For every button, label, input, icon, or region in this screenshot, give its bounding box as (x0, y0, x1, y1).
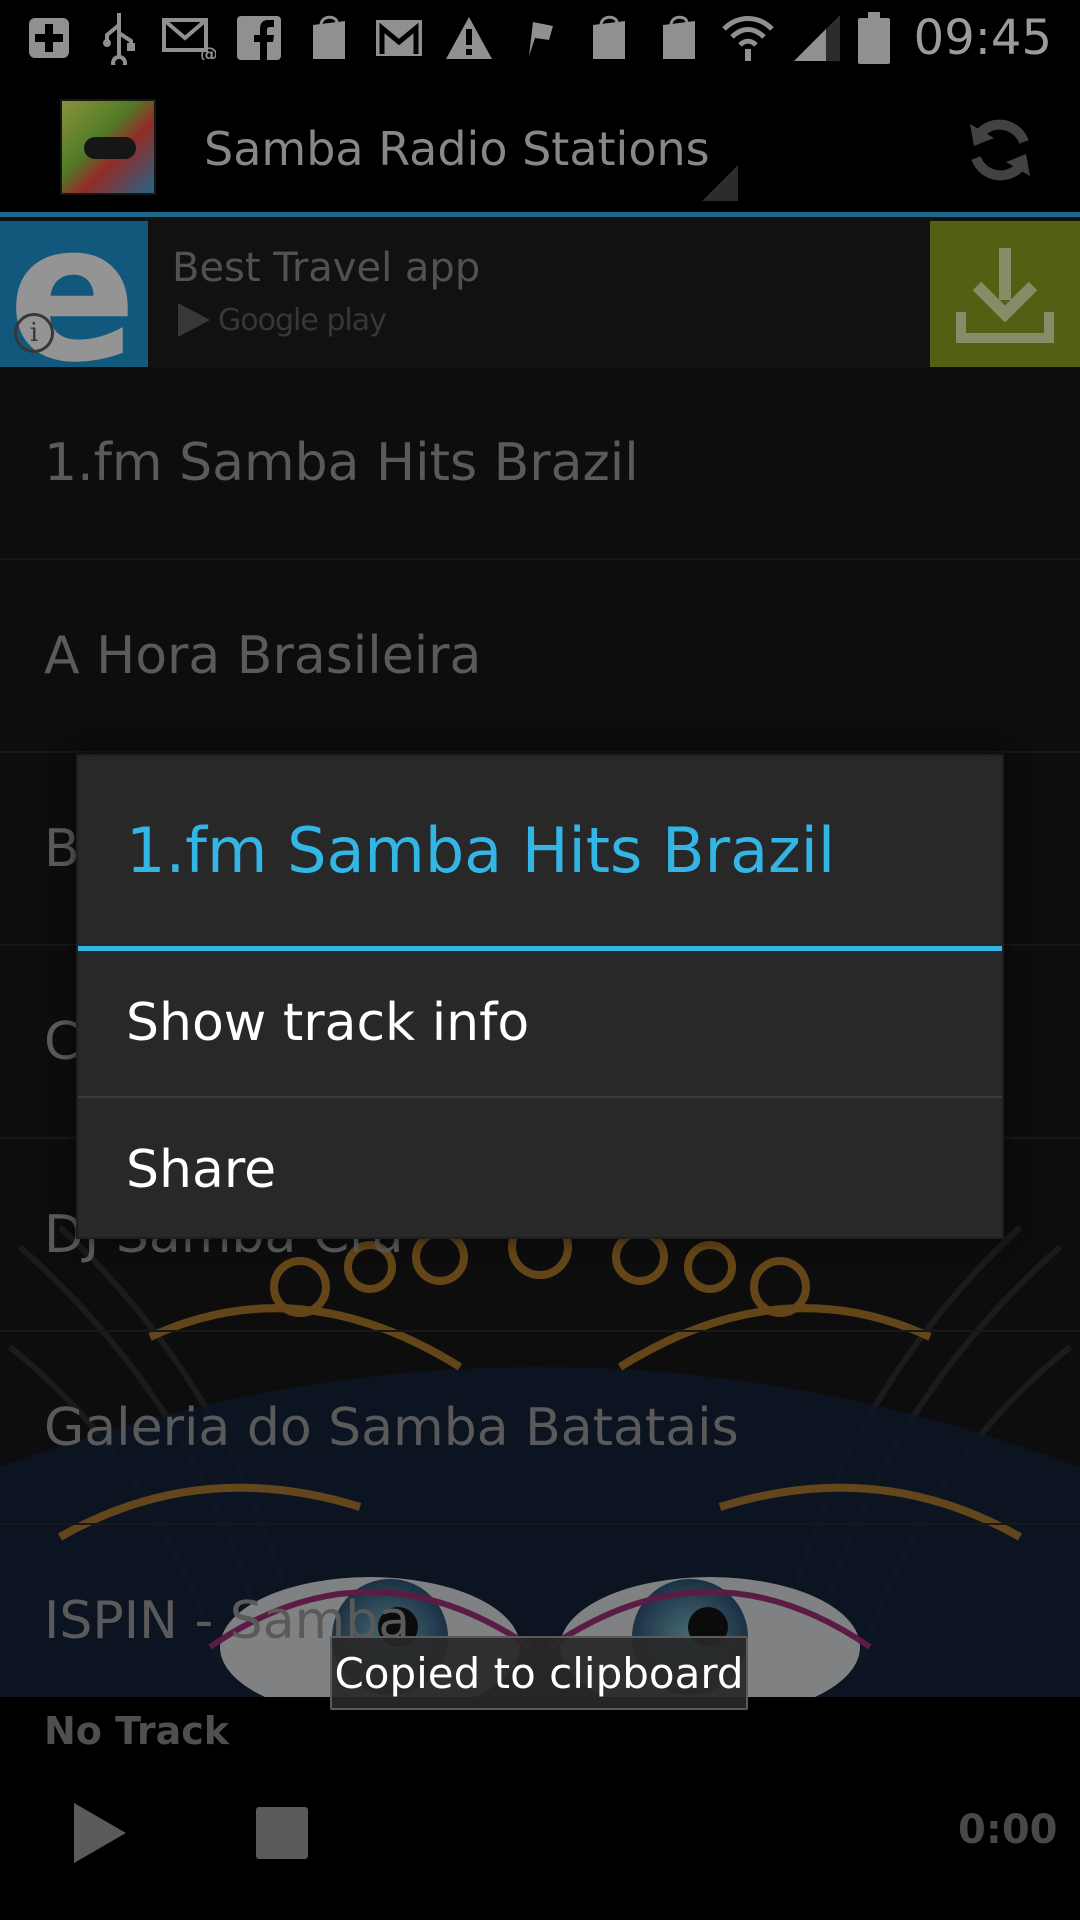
toast-text: Copied to clipboard (334, 1648, 744, 1698)
station-context-dialog: 1.fm Samba Hits Brazil Show track info S… (76, 754, 1004, 1239)
show-track-info-option[interactable]: Show track info (78, 951, 1002, 1096)
toast-message: Copied to clipboard (330, 1636, 748, 1710)
option-label: Show track info (126, 993, 530, 1053)
dialog-title: 1.fm Samba Hits Brazil (126, 814, 836, 887)
share-option[interactable]: Share (78, 1098, 1002, 1243)
option-label: Share (126, 1140, 277, 1200)
